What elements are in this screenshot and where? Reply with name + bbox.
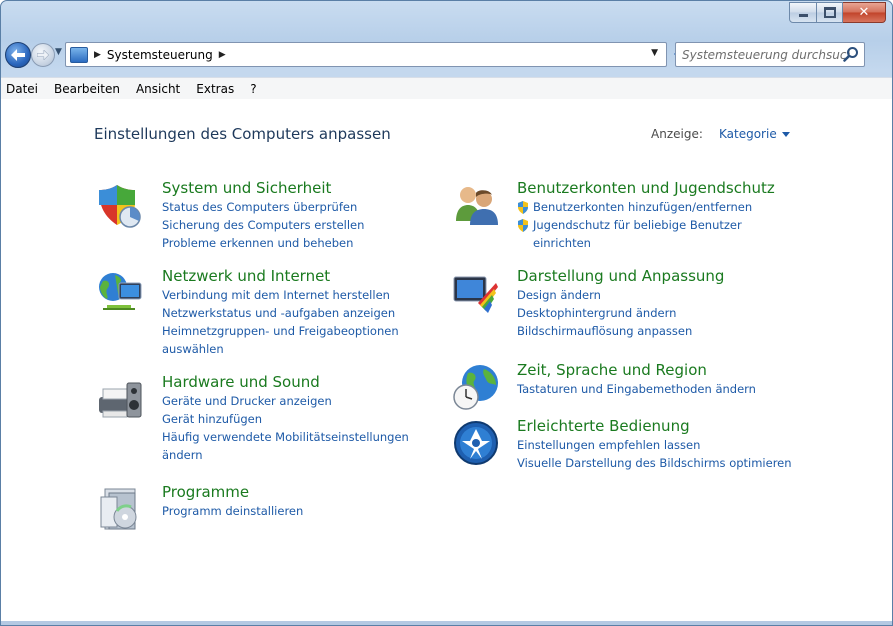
control-panel-window: ✕ ▼ ▶ Systemsteuerung ▶ ▼ Systemsteuerun… <box>0 0 893 626</box>
task-link[interactable]: Geräte und Drucker anzeigen <box>162 392 409 410</box>
control-panel-icon <box>70 46 88 63</box>
task-link[interactable]: Netzwerkstatus und -aufgaben anzeigen <box>162 304 399 322</box>
task-link[interactable]: Desktophintergrund ändern <box>517 304 724 322</box>
navigation-bar: ▼ ▶ Systemsteuerung ▶ ▼ Systemsteuerung … <box>1 40 892 70</box>
shield-icon[interactable] <box>97 181 145 229</box>
caption-buttons: ✕ <box>789 2 886 23</box>
ease-of-access-icon[interactable] <box>452 419 500 467</box>
back-arrow-icon <box>11 49 25 61</box>
uac-shield-icon <box>518 219 528 232</box>
task-link[interactable]: Design ändern <box>517 286 724 304</box>
menu-datei[interactable]: Datei <box>1 82 46 96</box>
globe-clock-icon[interactable] <box>452 363 500 411</box>
menu-bearbeiten[interactable]: Bearbeiten <box>46 82 128 96</box>
window-bottom-border <box>1 621 892 625</box>
category-title[interactable]: System und Sicherheit <box>162 179 364 198</box>
category-body: System und Sicherheit Status des Compute… <box>162 179 364 252</box>
task-link[interactable]: Gerät hinzufügen <box>162 410 409 428</box>
task-link[interactable]: Heimnetzgruppen- und Freigabeoptionen <box>162 322 399 340</box>
network-globe-icon[interactable] <box>97 269 145 317</box>
breadcrumb-separator-icon[interactable]: ▶ <box>219 50 226 60</box>
menu-bar: Datei Bearbeiten Ansicht Extras ? <box>1 77 892 100</box>
task-link-continuation[interactable]: ändern <box>162 446 409 464</box>
search-icon[interactable] <box>843 46 859 62</box>
uac-shield-icon <box>518 201 528 214</box>
menu-help[interactable]: ? <box>242 82 264 96</box>
breadcrumb-systemsteuerung[interactable]: Systemsteuerung <box>107 48 213 62</box>
view-mode-dropdown[interactable]: Kategorie <box>719 127 790 141</box>
page-title: Einstellungen des Computers anpassen <box>94 125 391 143</box>
task-link[interactable]: Benutzerkonten hinzufügen/entfernen <box>517 198 775 216</box>
maximize-icon <box>823 7 836 18</box>
breadcrumb-separator-icon[interactable]: ▶ <box>94 50 101 60</box>
task-link[interactable]: Verbindung mit dem Internet herstellen <box>162 286 399 304</box>
monitor-palette-icon[interactable] <box>452 269 500 317</box>
category-body: Programme Programm deinstallieren <box>162 483 303 520</box>
minimize-button[interactable] <box>789 2 817 23</box>
category-title[interactable]: Benutzerkonten und Jugendschutz <box>517 179 775 198</box>
task-link[interactable]: Sicherung des Computers erstellen <box>162 216 364 234</box>
menu-ansicht[interactable]: Ansicht <box>128 82 188 96</box>
chevron-down-icon <box>781 132 790 137</box>
task-link[interactable]: Jugendschutz für beliebige Benutzer <box>517 216 775 234</box>
category-body: Netzwerk und Internet Verbindung mit dem… <box>162 267 399 358</box>
task-link[interactable]: Bildschirmauflösung anpassen <box>517 322 724 340</box>
task-link[interactable]: Programm deinstallieren <box>162 502 303 520</box>
task-link[interactable]: Status des Computers überprüfen <box>162 198 364 216</box>
address-bar[interactable]: ▶ Systemsteuerung ▶ ▼ <box>65 42 667 67</box>
category-body: Zeit, Sprache und Region Tastaturen und … <box>517 361 756 398</box>
main-content: Einstellungen des Computers anpassen Anz… <box>1 99 892 625</box>
address-history-dropdown[interactable]: ▼ <box>651 48 658 58</box>
users-icon[interactable] <box>452 181 500 229</box>
printer-speaker-icon[interactable] <box>97 375 145 423</box>
category-body: Erleichterte Bedienung Einstellungen emp… <box>517 417 792 472</box>
task-link[interactable]: Visuelle Darstellung des Bildschirms opt… <box>517 454 792 472</box>
maximize-button[interactable] <box>817 2 843 23</box>
task-link[interactable]: Tastaturen und Eingabemethoden ändern <box>517 380 756 398</box>
forward-arrow-icon <box>37 50 49 60</box>
task-link[interactable]: Probleme erkennen und beheben <box>162 234 364 252</box>
search-placeholder: Systemsteuerung durchsuch... <box>682 47 850 62</box>
forward-button[interactable] <box>31 43 55 67</box>
category-title[interactable]: Erleichterte Bedienung <box>517 417 792 436</box>
task-link-continuation[interactable]: auswählen <box>162 340 399 358</box>
close-button[interactable]: ✕ <box>843 2 886 23</box>
category-body: Darstellung und Anpassung Design ändern … <box>517 267 724 340</box>
category-title[interactable]: Darstellung und Anpassung <box>517 267 724 286</box>
category-title[interactable]: Programme <box>162 483 303 502</box>
task-link-label: Benutzerkonten hinzufügen/entfernen <box>533 200 753 214</box>
recent-pages-dropdown[interactable]: ▼ <box>55 47 62 57</box>
search-input[interactable]: Systemsteuerung durchsuch... <box>675 42 865 67</box>
task-link-label: Jugendschutz für beliebige Benutzer <box>533 218 742 232</box>
task-link[interactable]: Häufig verwendete Mobilitätseinstellunge… <box>162 428 409 446</box>
task-link[interactable]: Einstellungen empfehlen lassen <box>517 436 792 454</box>
task-link-continuation[interactable]: einrichten <box>517 234 775 252</box>
category-title[interactable]: Hardware und Sound <box>162 373 409 392</box>
back-button[interactable] <box>5 42 31 68</box>
minimize-icon <box>798 14 808 17</box>
category-title[interactable]: Netzwerk und Internet <box>162 267 399 286</box>
category-body: Benutzerkonten und Jugendschutz Benutzer… <box>517 179 775 252</box>
category-body: Hardware und Sound Geräte und Drucker an… <box>162 373 409 464</box>
programs-disc-icon[interactable] <box>97 485 145 533</box>
menu-extras[interactable]: Extras <box>188 82 242 96</box>
view-mode-value: Kategorie <box>719 127 777 141</box>
category-title[interactable]: Zeit, Sprache und Region <box>517 361 756 380</box>
view-label: Anzeige: <box>651 127 703 141</box>
close-icon: ✕ <box>858 5 870 20</box>
